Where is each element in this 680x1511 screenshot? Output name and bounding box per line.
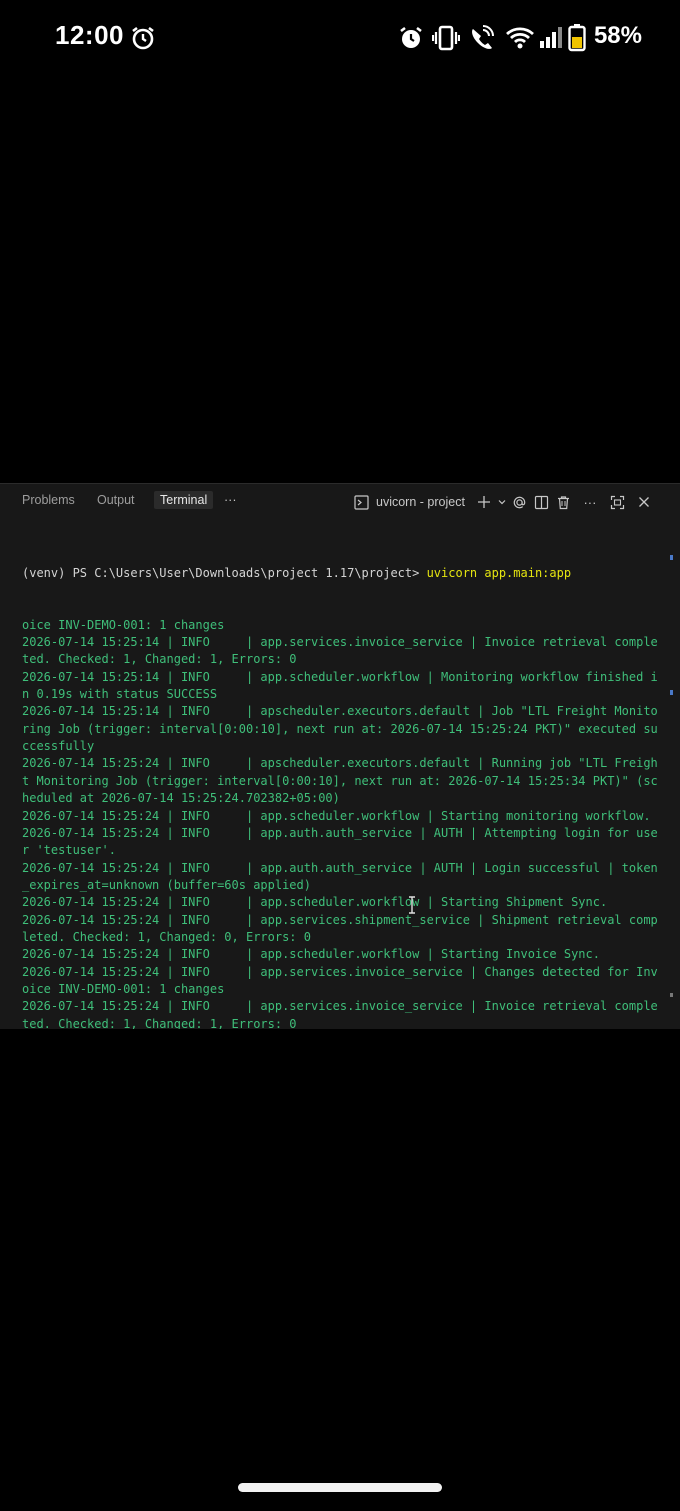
trash-icon[interactable]: [553, 491, 575, 513]
scroll-marker: [670, 690, 673, 695]
terminal-prompt-line: (venv) PS C:\Users\User\Downloads\projec…: [22, 565, 670, 582]
maximize-panel-icon[interactable]: [607, 491, 629, 513]
terminal-log-line: 2026-07-14 15:25:24 | INFO | app.auth.au…: [22, 825, 658, 840]
scroll-marker: [670, 993, 673, 997]
terminal-log-line: ring Job (trigger: interval[0:00:10], ne…: [22, 721, 658, 736]
terminal-log-line: _expires_at=unknown (buffer=60s applied): [22, 877, 311, 892]
terminal-log-line: oice INV-DEMO-001: 1 changes: [22, 617, 225, 632]
split-terminal-icon[interactable]: [531, 491, 553, 513]
terminal-output[interactable]: (venv) PS C:\Users\User\Downloads\projec…: [22, 530, 670, 1029]
terminal-log-line: r 'testuser'.: [22, 843, 116, 858]
terminal-log-line: ted. Checked: 1, Changed: 1, Errors: 0: [22, 652, 297, 667]
terminal-log-line: 2026-07-14 15:25:24 | INFO | app.schedul…: [22, 895, 608, 910]
terminal-toolbar: uvicorn - project ···: [350, 484, 655, 520]
terminal-log-line: 2026-07-14 15:25:14 | INFO | apscheduler…: [22, 704, 658, 719]
terminal-panel: Problems Output Terminal ··· uvicorn - p…: [0, 483, 680, 1029]
scroll-marker: [670, 555, 673, 560]
terminal-icon: [350, 491, 372, 513]
tab-output[interactable]: Output: [97, 493, 135, 507]
terminal-log-line: 2026-07-14 15:25:24 | INFO | app.service…: [22, 999, 658, 1014]
terminal-log-line: 2026-07-14 15:25:24 | INFO | app.service…: [22, 964, 658, 979]
mention-icon[interactable]: [509, 491, 531, 513]
terminal-log-line: ccessfully: [22, 739, 95, 754]
clock-time: 12:00: [55, 20, 124, 50]
chevron-down-icon[interactable]: [495, 491, 509, 513]
terminal-log-line: ted. Checked: 1, Changed: 1, Errors: 0: [22, 1016, 297, 1029]
alarm-icon: [398, 22, 424, 54]
panel-more-button[interactable]: ···: [224, 493, 237, 507]
battery-percent: 58%: [593, 22, 642, 49]
alarm-icon: [130, 22, 156, 54]
terminal-command: uvicorn app.main:app: [426, 565, 572, 580]
signal-icon: [539, 22, 563, 54]
terminal-log-line: 2026-07-14 15:25:24 | INFO | app.service…: [22, 912, 658, 927]
tab-problems[interactable]: Problems: [22, 493, 75, 507]
panel-tab-bar: Problems Output Terminal ··· uvicorn - p…: [0, 483, 680, 520]
wifi-calling-icon: [468, 22, 494, 54]
terminal-log-line: oice INV-DEMO-001: 1 changes: [22, 981, 225, 996]
terminal-log-line: n 0.19s with status SUCCESS: [22, 687, 218, 702]
terminal-log-line: 2026-07-14 15:25:24 | INFO | app.schedul…: [22, 808, 651, 823]
terminal-log-line: 2026-07-14 15:25:24 | INFO | app.auth.au…: [22, 860, 658, 875]
terminal-log-line: 2026-07-14 15:25:24 | INFO | apscheduler…: [22, 756, 658, 771]
terminal-log-line: 2026-07-14 15:25:14 | INFO | app.schedul…: [22, 669, 658, 684]
battery-icon: [568, 22, 586, 54]
terminal-log-line: t Monitoring Job (trigger: interval[0:00…: [22, 773, 658, 788]
terminal-log-line: 2026-07-14 15:25:24 | INFO | app.schedul…: [22, 947, 600, 962]
status-bar: 12:00 58%: [0, 0, 680, 76]
home-indicator[interactable]: [238, 1483, 442, 1492]
text-cursor-icon: [408, 896, 416, 914]
wifi-icon: [505, 22, 535, 54]
terminal-log-line: heduled at 2026-07-14 15:25:24.702382+05…: [22, 791, 340, 806]
tab-terminal[interactable]: Terminal: [154, 491, 214, 509]
toolbar-more-button[interactable]: ···: [575, 491, 605, 513]
terminal-name[interactable]: uvicorn - project: [376, 495, 465, 509]
terminal-log-line: leted. Checked: 1, Changed: 0, Errors: 0: [22, 929, 311, 944]
close-icon[interactable]: [633, 491, 655, 513]
terminal-log-line: 2026-07-14 15:25:14 | INFO | app.service…: [22, 635, 658, 650]
add-terminal-button[interactable]: [473, 491, 495, 513]
vibrate-icon: [432, 22, 460, 54]
terminal-prompt: (venv) PS C:\Users\User\Downloads\projec…: [22, 565, 427, 580]
